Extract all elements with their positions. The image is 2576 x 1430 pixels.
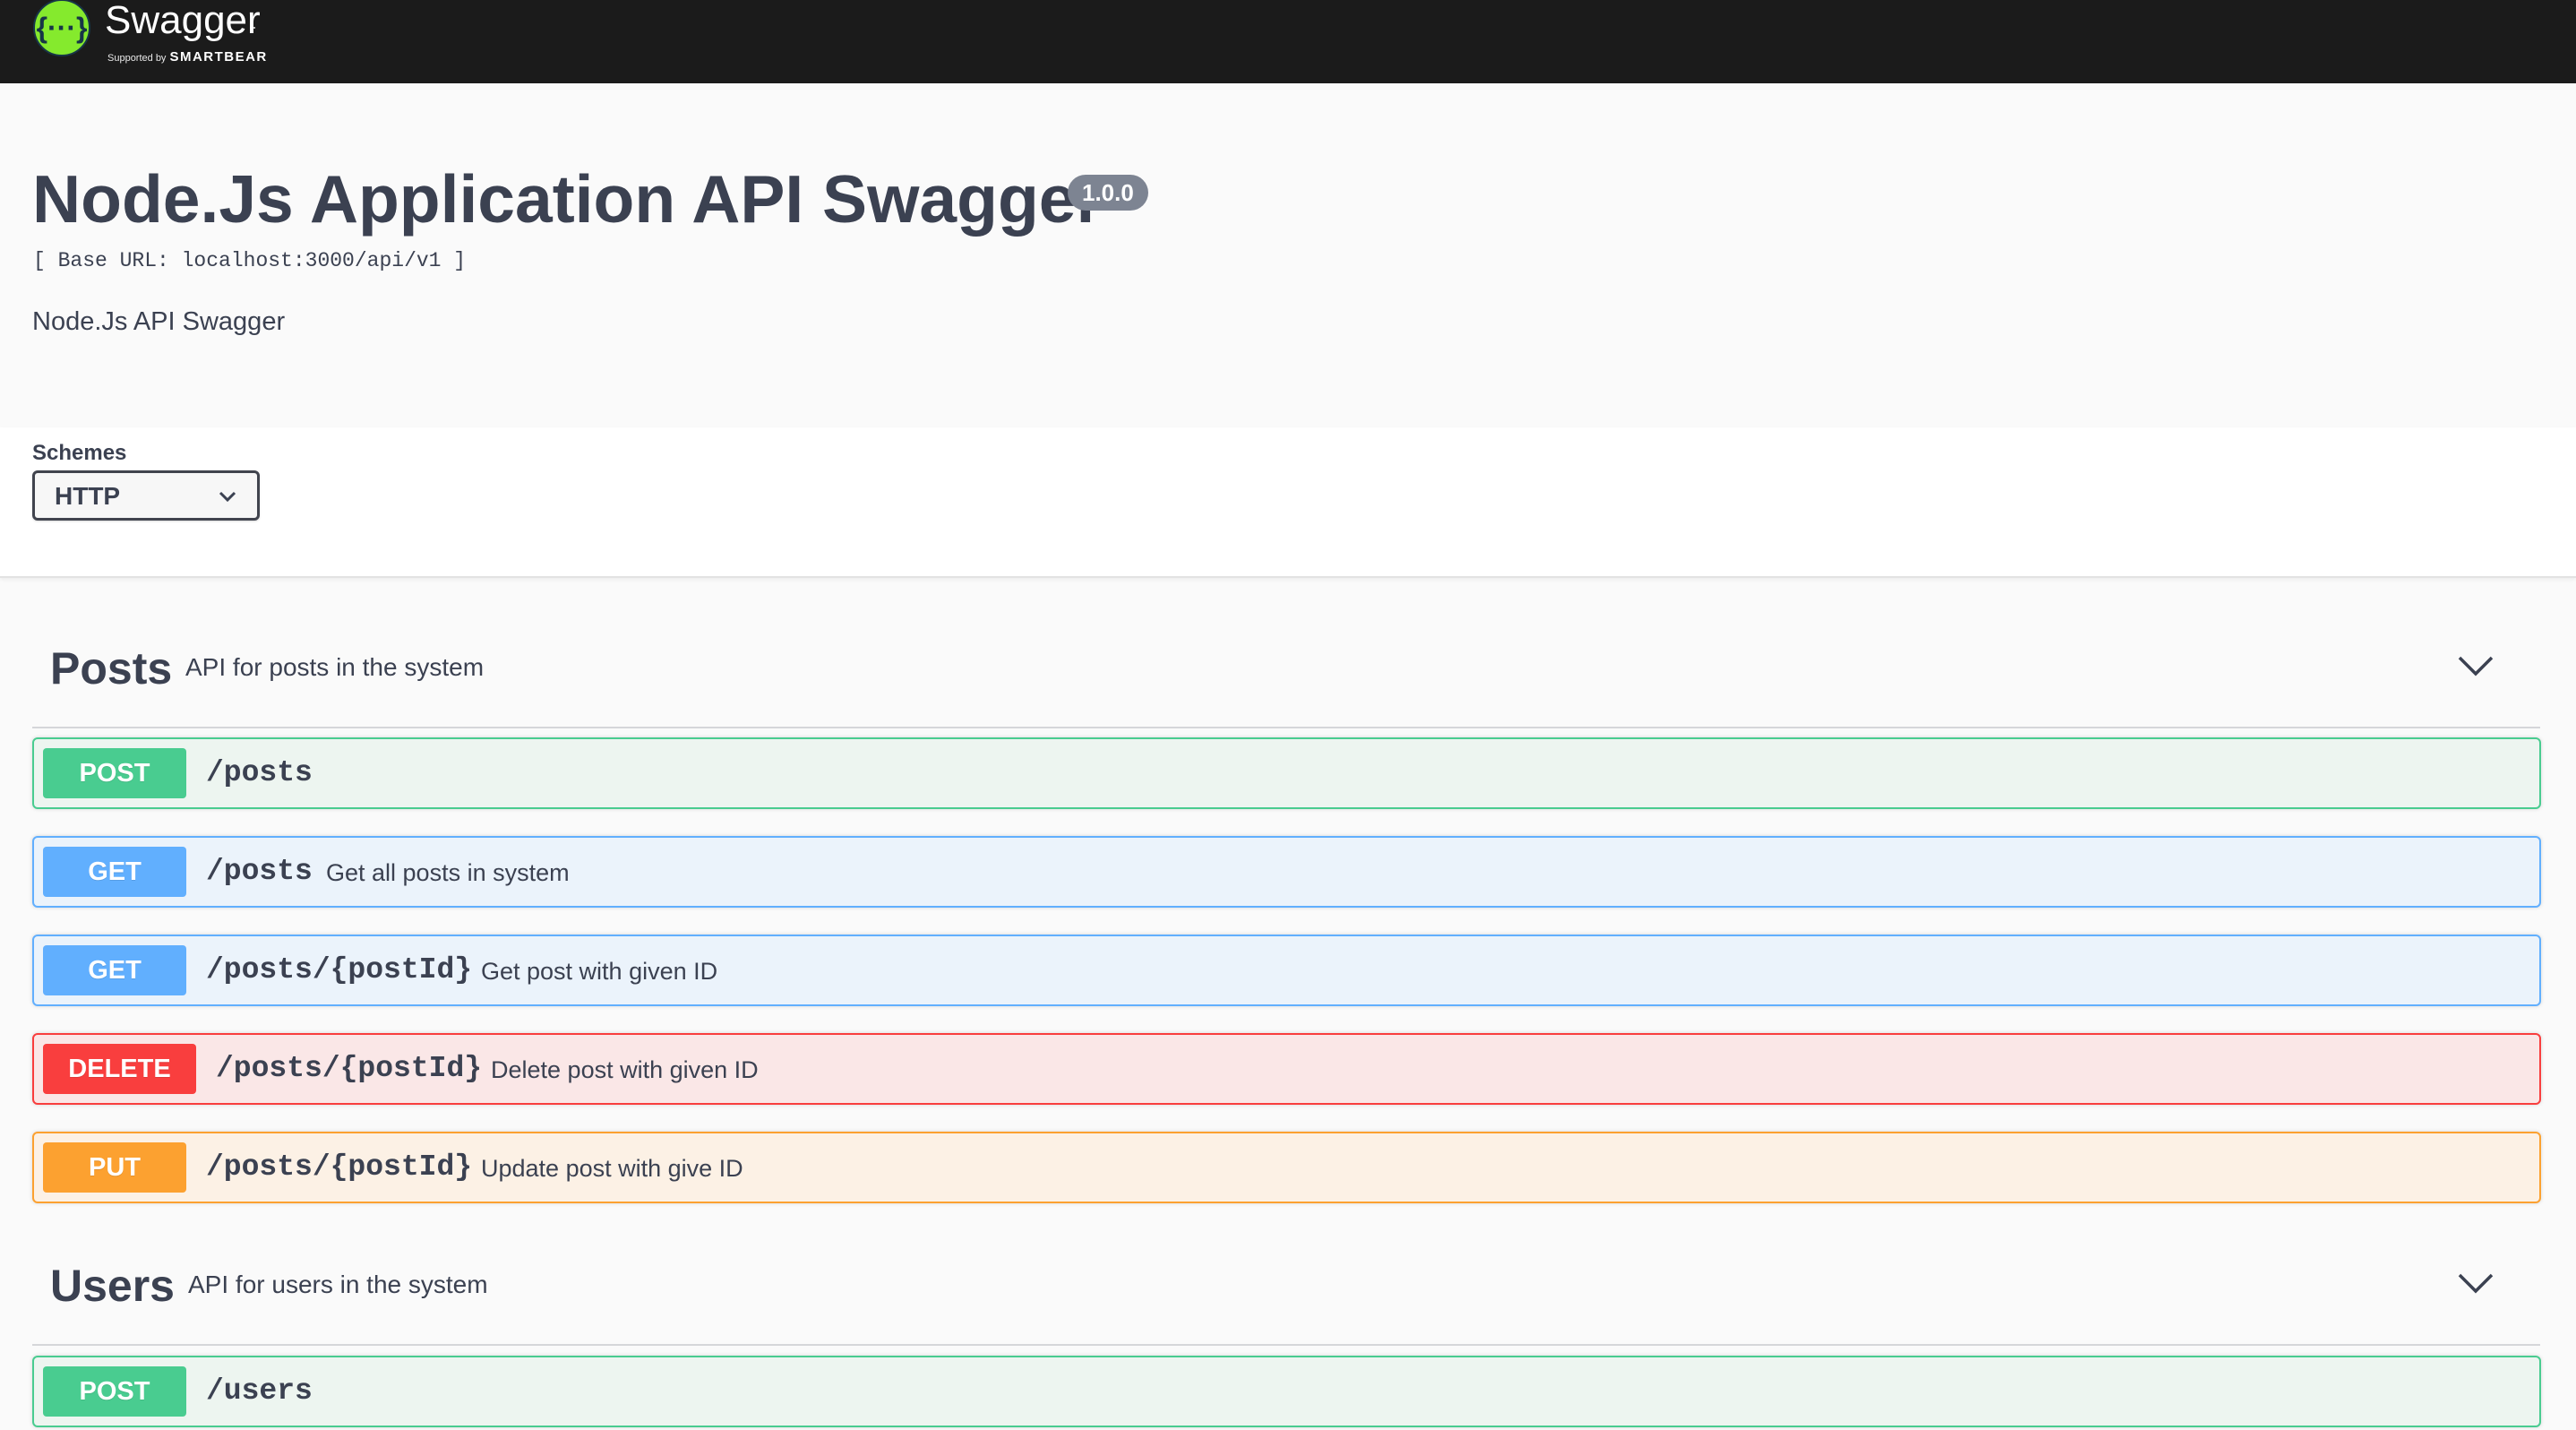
schemes-select[interactable]: HTTP xyxy=(32,470,260,521)
operation-summary: Update post with give ID xyxy=(481,1155,743,1182)
method-badge: GET xyxy=(43,847,186,897)
trademark-mark xyxy=(250,27,255,29)
operation-path: /posts xyxy=(206,855,313,888)
schemes-label: Schemes xyxy=(32,441,127,465)
topbar: {···} Swagger Supported by SMARTBEAR xyxy=(0,0,2576,83)
supported-by-text: Supported by xyxy=(107,53,167,64)
tag-description: API for users in the system xyxy=(188,1271,488,1298)
operation-path: /posts/{postId} xyxy=(216,1052,483,1085)
api-description: Node.Js API Swagger xyxy=(32,307,286,336)
braces-dots-icon: {···} xyxy=(33,0,90,56)
tag-description: API for posts in the system xyxy=(185,653,485,681)
method-badge: DELETE xyxy=(43,1044,196,1094)
method-badge: GET xyxy=(43,945,186,995)
svg-text:{···}: {···} xyxy=(37,12,88,44)
tag-header-users[interactable]: Users API for users in the system xyxy=(32,1211,2540,1346)
operation-summary: Get all posts in system xyxy=(326,859,570,886)
operation-path: /posts xyxy=(206,756,313,789)
operation-delete-post-by-id[interactable]: DELETE /posts/{postId} Delete post with … xyxy=(32,1033,2541,1105)
operation-get-post-by-id[interactable]: GET /posts/{postId} Get post with given … xyxy=(32,935,2541,1006)
chevron-down-icon[interactable] xyxy=(2457,655,2494,676)
page-title: Node.Js Application API Swagger xyxy=(32,161,1103,237)
method-badge: PUT xyxy=(43,1142,186,1193)
operation-summary: Delete post with given ID xyxy=(491,1056,759,1083)
chevron-down-icon xyxy=(219,491,236,503)
method-badge: POST xyxy=(43,1366,186,1417)
method-badge: POST xyxy=(43,748,186,798)
info-title-row: Node.Js Application API Swagger xyxy=(32,166,1103,233)
tag-name: Users xyxy=(50,1261,175,1311)
operation-get-posts[interactable]: GET /posts Get all posts in system xyxy=(32,836,2541,908)
operation-summary: Get post with given ID xyxy=(481,958,718,985)
operation-post-posts[interactable]: POST /posts xyxy=(32,737,2541,809)
operation-path: /posts/{postId} xyxy=(206,1150,473,1184)
operation-put-post-by-id[interactable]: PUT /posts/{postId} Update post with giv… xyxy=(32,1132,2541,1203)
chevron-down-icon[interactable] xyxy=(2457,1272,2494,1294)
logo-text: Swagger xyxy=(105,0,261,42)
smartbear-text: SMARTBEAR xyxy=(169,49,268,65)
schemes-selected-value: HTTP xyxy=(55,482,121,510)
operation-path: /users xyxy=(206,1374,313,1408)
logo-subtitle: Supported by SMARTBEAR xyxy=(107,49,268,65)
tag-header-posts[interactable]: Posts API for posts in the system xyxy=(32,594,2540,728)
base-url: [ Base URL: localhost:3000/api/v1 ] xyxy=(33,249,467,272)
swagger-logo-link[interactable]: {···} Swagger Supported by SMARTBEAR xyxy=(31,0,300,83)
tag-name: Posts xyxy=(50,643,173,693)
version-badge: 1.0.0 xyxy=(1068,175,1148,211)
operation-post-users[interactable]: POST /users xyxy=(32,1356,2541,1427)
operation-path: /posts/{postId} xyxy=(206,953,473,986)
schemes-section: Schemes HTTP xyxy=(0,427,2576,578)
